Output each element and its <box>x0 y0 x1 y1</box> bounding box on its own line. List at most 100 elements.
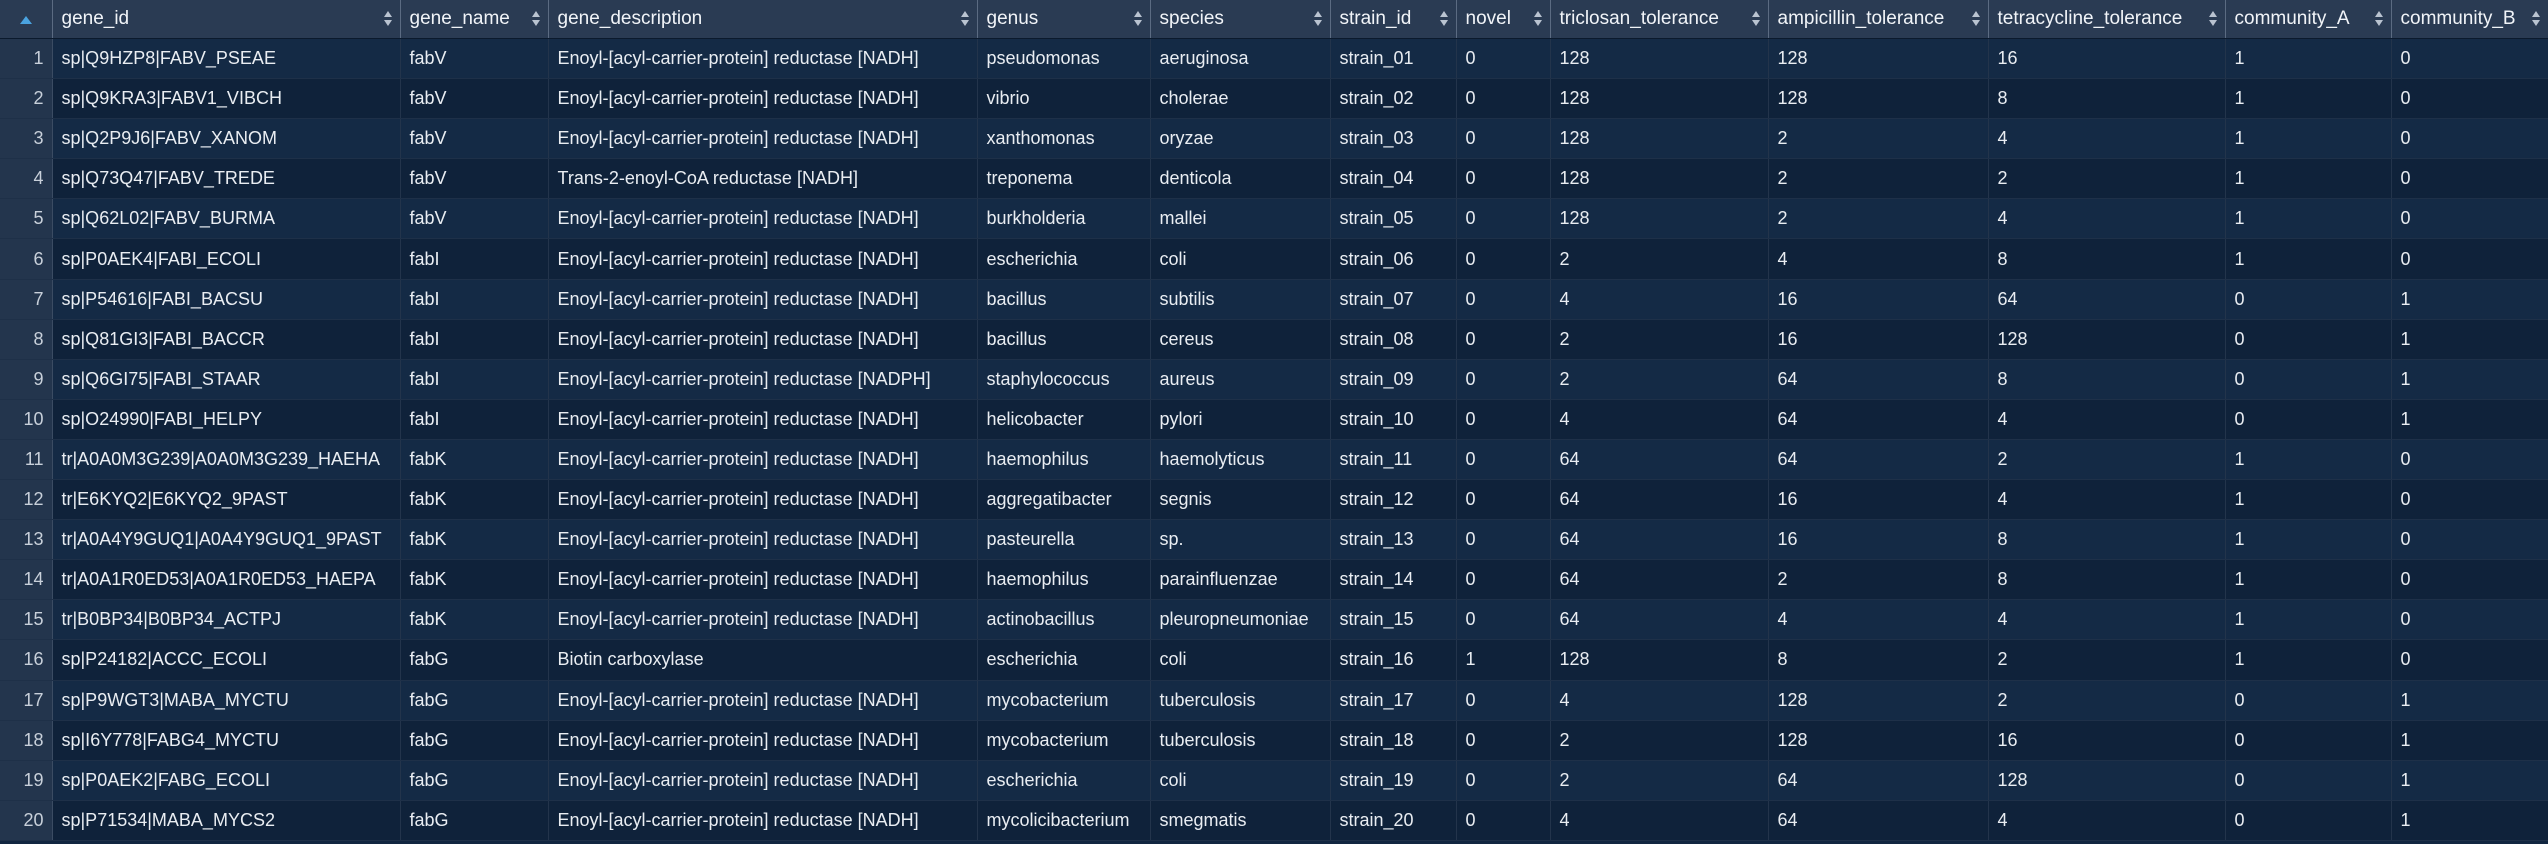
cell-gene-name[interactable]: fabK <box>400 479 549 521</box>
sort-arrows-icon[interactable] <box>1439 9 1448 29</box>
cell-novel[interactable]: 0 <box>1456 439 1551 481</box>
cell-gene-description[interactable]: Enoyl-[acyl-carrier-protein] reductase [… <box>548 118 978 160</box>
cell-species[interactable]: segnis <box>1150 479 1331 521</box>
cell-triclosan-tolerance[interactable]: 4 <box>1550 680 1769 721</box>
cell-tetracycline-tolerance[interactable]: 2 <box>1988 158 2226 200</box>
cell-novel[interactable]: 0 <box>1456 118 1551 160</box>
cell-community-B[interactable]: 1 <box>2391 800 2548 841</box>
cell-genus[interactable]: haemophilus <box>977 559 1151 601</box>
cell-gene-id[interactable]: sp|Q9HZP8|FABV_PSEAE <box>52 38 401 80</box>
sort-arrows-icon[interactable] <box>2374 9 2383 29</box>
cell-community-A[interactable]: 1 <box>2225 118 2392 160</box>
cell-community-B[interactable]: 0 <box>2391 78 2548 120</box>
cell-community-A[interactable]: 0 <box>2225 720 2392 761</box>
cell-ampicillin-tolerance[interactable]: 2 <box>1768 158 1989 200</box>
cell-strain-id[interactable]: strain_07 <box>1330 279 1457 320</box>
cell-ampicillin-tolerance[interactable]: 16 <box>1768 319 1989 360</box>
cell-gene-description[interactable]: Enoyl-[acyl-carrier-protein] reductase [… <box>548 720 978 761</box>
cell-tetracycline-tolerance[interactable]: 2 <box>1988 439 2226 481</box>
cell-strain-id[interactable]: strain_04 <box>1330 158 1457 200</box>
cell-novel[interactable]: 0 <box>1456 559 1551 601</box>
cell-strain-id[interactable]: strain_11 <box>1330 439 1457 481</box>
cell-species[interactable]: parainfluenzae <box>1150 559 1331 601</box>
cell-strain-id[interactable]: strain_12 <box>1330 479 1457 521</box>
column-header-ampicillin-tolerance[interactable]: ampicillin_tolerance <box>1768 0 1989 39</box>
table-row[interactable]: 18 sp|I6Y778|FABG4_MYCTU fabG Enoyl-[acyl-c… <box>0 720 2548 761</box>
cell-gene-name[interactable]: fabV <box>400 118 549 160</box>
cell-gene-name[interactable]: fabK <box>400 559 549 601</box>
cell-species[interactable]: tuberculosis <box>1150 680 1331 721</box>
table-row[interactable]: 10 sp|O24990|FABI_HELPY fabI Enoyl-[acyl-ca… <box>0 399 2548 440</box>
cell-novel[interactable]: 0 <box>1456 720 1551 761</box>
cell-strain-id[interactable]: strain_08 <box>1330 319 1457 360</box>
table-row[interactable]: 15 tr|B0BP34|B0BP34_ACTPJ fabK Enoyl-[acyl-… <box>0 599 2548 641</box>
cell-gene-description[interactable]: Enoyl-[acyl-carrier-protein] reductase [… <box>548 599 978 641</box>
cell-community-A[interactable]: 1 <box>2225 238 2392 280</box>
cell-community-A[interactable]: 0 <box>2225 800 2392 841</box>
cell-community-A[interactable]: 1 <box>2225 439 2392 481</box>
cell-gene-name[interactable]: fabK <box>400 439 549 481</box>
sort-arrows-icon[interactable] <box>960 9 969 29</box>
cell-community-A[interactable]: 0 <box>2225 279 2392 320</box>
cell-gene-id[interactable]: sp|Q81GI3|FABI_BACCR <box>52 319 401 360</box>
cell-community-A[interactable]: 1 <box>2225 198 2392 240</box>
cell-gene-name[interactable]: fabG <box>400 720 549 761</box>
cell-gene-name[interactable]: fabV <box>400 158 549 200</box>
column-header-triclosan-tolerance[interactable]: triclosan_tolerance <box>1550 0 1769 39</box>
cell-genus[interactable]: bacillus <box>977 319 1151 360</box>
cell-gene-id[interactable]: sp|O24990|FABI_HELPY <box>52 399 401 440</box>
cell-gene-description[interactable]: Biotin carboxylase <box>548 639 978 681</box>
sort-arrows-icon[interactable] <box>1751 9 1760 29</box>
cell-gene-name[interactable]: fabV <box>400 38 549 80</box>
cell-strain-id[interactable]: strain_18 <box>1330 720 1457 761</box>
cell-triclosan-tolerance[interactable]: 128 <box>1550 78 1769 120</box>
cell-species[interactable]: subtilis <box>1150 279 1331 320</box>
cell-genus[interactable]: treponema <box>977 158 1151 200</box>
cell-gene-name[interactable]: fabK <box>400 599 549 641</box>
cell-community-B[interactable]: 1 <box>2391 359 2548 400</box>
cell-ampicillin-tolerance[interactable]: 128 <box>1768 38 1989 80</box>
cell-novel[interactable]: 0 <box>1456 198 1551 240</box>
cell-tetracycline-tolerance[interactable]: 8 <box>1988 519 2226 561</box>
cell-community-B[interactable]: 0 <box>2391 198 2548 240</box>
cell-gene-id[interactable]: sp|Q2P9J6|FABV_XANOM <box>52 118 401 160</box>
cell-community-A[interactable]: 1 <box>2225 38 2392 80</box>
cell-strain-id[interactable]: strain_01 <box>1330 38 1457 80</box>
cell-species[interactable]: aureus <box>1150 359 1331 400</box>
cell-triclosan-tolerance[interactable]: 4 <box>1550 800 1769 841</box>
cell-tetracycline-tolerance[interactable]: 4 <box>1988 399 2226 440</box>
cell-triclosan-tolerance[interactable]: 128 <box>1550 38 1769 80</box>
cell-tetracycline-tolerance[interactable]: 8 <box>1988 359 2226 400</box>
cell-community-A[interactable]: 1 <box>2225 599 2392 641</box>
cell-genus[interactable]: haemophilus <box>977 439 1151 481</box>
table-row[interactable]: 1 sp|Q9HZP8|FABV_PSEAE fabV Enoyl-[acyl-car… <box>0 38 2548 80</box>
cell-novel[interactable]: 0 <box>1456 680 1551 721</box>
cell-tetracycline-tolerance[interactable]: 2 <box>1988 680 2226 721</box>
table-row[interactable]: 8 sp|Q81GI3|FABI_BACCR fabI Enoyl-[acyl-car… <box>0 319 2548 360</box>
cell-community-A[interactable]: 0 <box>2225 760 2392 801</box>
cell-tetracycline-tolerance[interactable]: 4 <box>1988 198 2226 240</box>
cell-gene-id[interactable]: tr|A0A4Y9GUQ1|A0A4Y9GUQ1_9PAST <box>52 519 401 561</box>
cell-triclosan-tolerance[interactable]: 2 <box>1550 720 1769 761</box>
cell-genus[interactable]: burkholderia <box>977 198 1151 240</box>
cell-novel[interactable]: 0 <box>1456 78 1551 120</box>
cell-species[interactable]: denticola <box>1150 158 1331 200</box>
cell-community-A[interactable]: 0 <box>2225 319 2392 360</box>
cell-gene-id[interactable]: sp|Q6GI75|FABI_STAAR <box>52 359 401 400</box>
cell-gene-description[interactable]: Enoyl-[acyl-carrier-protein] reductase [… <box>548 760 978 801</box>
cell-strain-id[interactable]: strain_03 <box>1330 118 1457 160</box>
cell-tetracycline-tolerance[interactable]: 16 <box>1988 38 2226 80</box>
cell-ampicillin-tolerance[interactable]: 8 <box>1768 639 1989 681</box>
sort-arrows-icon[interactable] <box>2208 9 2217 29</box>
cell-novel[interactable]: 0 <box>1456 238 1551 280</box>
cell-ampicillin-tolerance[interactable]: 128 <box>1768 78 1989 120</box>
cell-gene-id[interactable]: sp|P9WGT3|MABA_MYCTU <box>52 680 401 721</box>
cell-community-B[interactable]: 0 <box>2391 519 2548 561</box>
sort-arrows-icon[interactable] <box>1971 9 1980 29</box>
cell-tetracycline-tolerance[interactable]: 128 <box>1988 760 2226 801</box>
cell-strain-id[interactable]: strain_13 <box>1330 519 1457 561</box>
cell-community-B[interactable]: 0 <box>2391 639 2548 681</box>
cell-gene-id[interactable]: sp|Q73Q47|FABV_TREDE <box>52 158 401 200</box>
cell-community-B[interactable]: 0 <box>2391 599 2548 641</box>
cell-species[interactable]: oryzae <box>1150 118 1331 160</box>
